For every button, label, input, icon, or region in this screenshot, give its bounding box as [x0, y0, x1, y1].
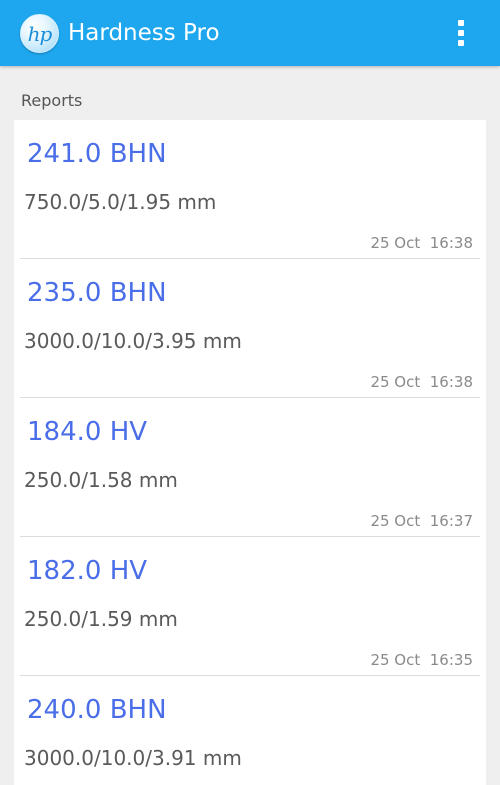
report-timestamp: 25 Oct 16:37 [370, 512, 473, 530]
report-test-parameters: 250.0/1.58 mm [24, 468, 178, 492]
overflow-dot [458, 20, 464, 26]
report-timestamp: 25 Oct 16:35 [370, 651, 473, 669]
report-hardness-value: 182.0 HV [27, 556, 148, 586]
more-vertical-icon[interactable] [446, 12, 476, 54]
overflow-dot [458, 40, 464, 46]
report-item[interactable]: 182.0 HV 250.0/1.59 mm 25 Oct 16:35 [14, 537, 486, 676]
report-item[interactable]: 235.0 BHN 3000.0/10.0/3.95 mm 25 Oct 16:… [14, 259, 486, 398]
report-hardness-value: 241.0 BHN [27, 139, 167, 169]
report-item[interactable]: 241.0 BHN 750.0/5.0/1.95 mm 25 Oct 16:38 [14, 120, 486, 259]
report-hardness-value: 240.0 BHN [27, 695, 167, 725]
report-hardness-value: 184.0 HV [27, 417, 148, 447]
app-title: Hardness Pro [68, 20, 220, 46]
overflow-dot [458, 30, 464, 36]
report-item[interactable]: 240.0 BHN 3000.0/10.0/3.91 mm [14, 676, 486, 785]
report-test-parameters: 750.0/5.0/1.95 mm [24, 190, 217, 214]
report-list: 241.0 BHN 750.0/5.0/1.95 mm 25 Oct 16:38… [14, 120, 486, 785]
report-hardness-value: 235.0 BHN [27, 278, 167, 308]
report-test-parameters: 3000.0/10.0/3.95 mm [24, 329, 242, 353]
action-bar: hp Hardness Pro [0, 0, 500, 66]
report-timestamp: 25 Oct 16:38 [370, 234, 473, 252]
app-logo-icon[interactable]: hp [20, 14, 59, 53]
report-test-parameters: 250.0/1.59 mm [24, 607, 178, 631]
report-item[interactable]: 184.0 HV 250.0/1.58 mm 25 Oct 16:37 [14, 398, 486, 537]
reports-section-header: Reports [21, 91, 83, 110]
report-test-parameters: 3000.0/10.0/3.91 mm [24, 746, 242, 770]
report-timestamp: 25 Oct 16:38 [370, 373, 473, 391]
